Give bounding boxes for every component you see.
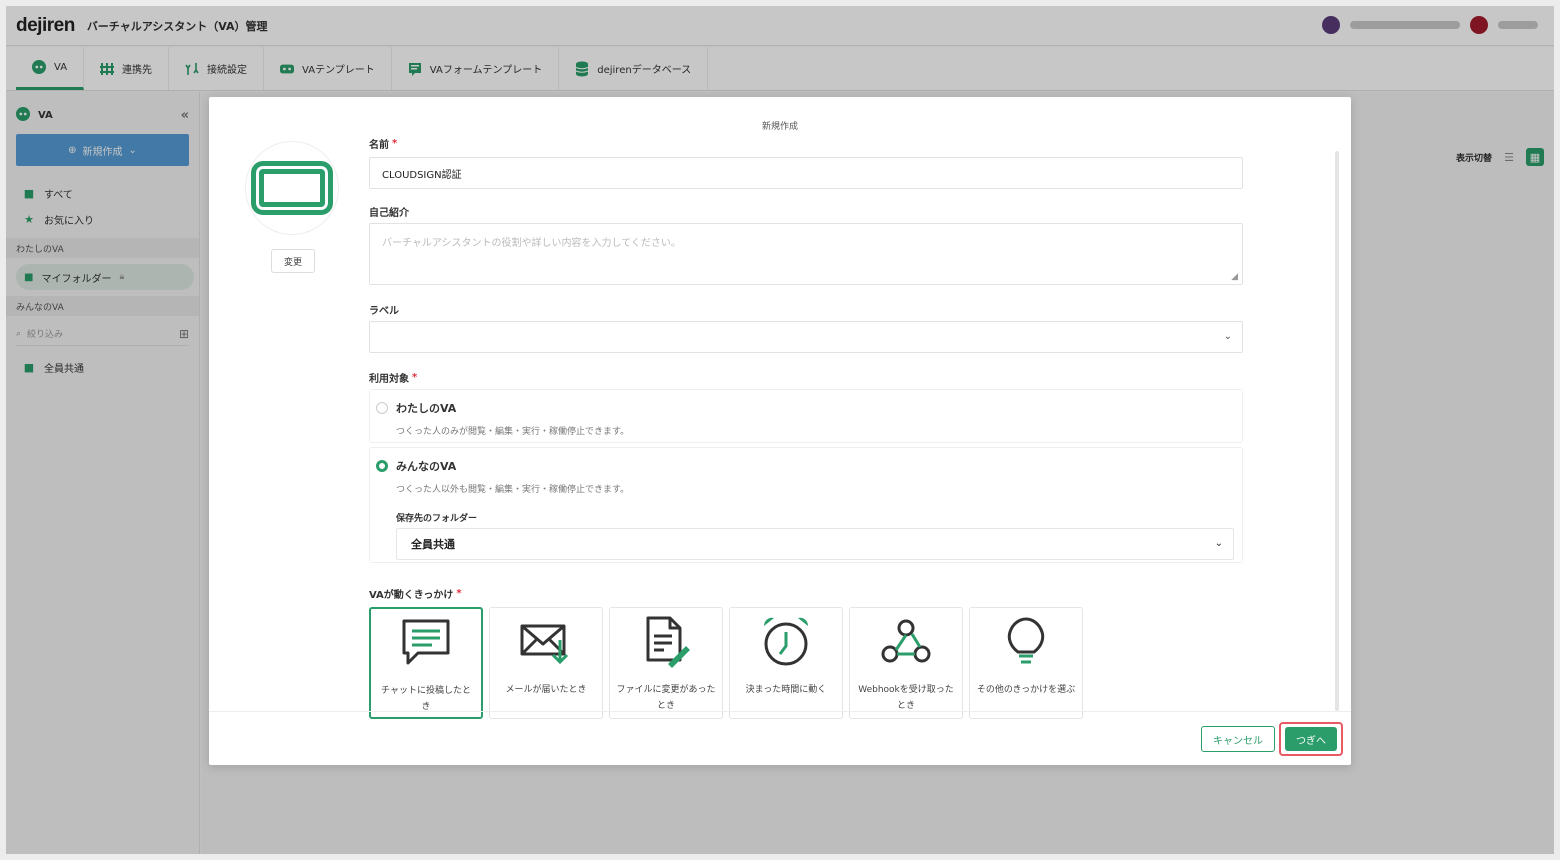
change-avatar-button[interactable]: 変更 — [271, 249, 315, 273]
option-my-va[interactable]: わたしのVA つくった人のみが閲覧・編集・実行・稼働停止できます。 — [369, 389, 1243, 443]
lightbulb-icon — [1007, 617, 1045, 664]
new-va-modal: 新規作成 変更 名前 * CLOUDSIGN認証 自己紹介 バーチャルアシスタント… — [209, 97, 1351, 765]
trigger-label-text: その他のきっかけを選ぶ — [976, 685, 1076, 695]
va-avatar — [245, 141, 339, 235]
name-label: 名前 * — [369, 137, 398, 151]
option-title: わたしのVA — [396, 402, 457, 415]
folder-select[interactable]: 全員共通 ⌄ — [396, 528, 1234, 560]
next-button[interactable]: つぎへ — [1285, 727, 1337, 751]
trigger-schedule[interactable]: 決まった時間に動く — [729, 607, 843, 719]
bot-face-icon — [251, 161, 333, 215]
radio-my-va[interactable] — [376, 402, 388, 414]
chevron-down-icon: ⌄ — [1214, 538, 1223, 549]
option-desc: つくった人以外も閲覧・編集・実行・稼働停止できます。 — [396, 485, 630, 495]
target-label: 利用対象 * — [369, 371, 418, 385]
folder-value: 全員共通 — [411, 538, 455, 551]
cancel-button[interactable]: キャンセル — [1201, 726, 1275, 752]
label-select[interactable]: ⌄ — [369, 321, 1243, 353]
trigger-file[interactable]: ファイルに変更があったとき — [609, 607, 723, 719]
intro-placeholder: バーチャルアシスタントの役割や詳しい内容を入力してください。 — [382, 238, 681, 249]
modal-title: 新規作成 — [761, 122, 798, 132]
chevron-down-icon: ⌄ — [1223, 331, 1232, 342]
trigger-label-text: メールが届いたとき — [505, 685, 587, 695]
va-form: 名前 * CLOUDSIGN認証 自己紹介 バーチャルアシスタントの役割や詳しい内… — [369, 135, 1243, 719]
modal-scrollbar[interactable] — [1335, 151, 1339, 711]
mail-icon — [520, 624, 569, 665]
resize-handle-icon[interactable]: ◢ — [1231, 272, 1238, 282]
alarm-clock-icon — [763, 617, 809, 666]
intro-label: 自己紹介 — [369, 207, 409, 219]
trigger-label-text: 決まった時間に動く — [745, 685, 827, 695]
option-desc: つくった人のみが閲覧・編集・実行・稼働停止できます。 — [396, 427, 630, 437]
trigger-chat[interactable]: チャットに投稿したとき — [369, 607, 483, 719]
option-title: みんなのVA — [396, 460, 457, 473]
label-label: ラベル — [369, 305, 399, 317]
intro-textarea[interactable]: バーチャルアシスタントの役割や詳しい内容を入力してください。 ◢ — [369, 223, 1243, 285]
next-button-highlight: つぎへ — [1279, 722, 1343, 756]
webhook-icon — [881, 619, 931, 663]
radio-everyone-va[interactable] — [376, 460, 388, 472]
modal-footer: キャンセル つぎへ — [209, 711, 1351, 765]
folder-label: 保存先のフォルダー — [396, 514, 478, 524]
trigger-label-text: ファイルに変更があったとき — [616, 685, 716, 711]
trigger-webhook[interactable]: Webhookを受け取ったとき — [849, 607, 963, 719]
option-everyone-va[interactable]: みんなのVA つくった人以外も閲覧・編集・実行・稼働停止できます。 保存先のフォ… — [369, 447, 1243, 563]
trigger-other[interactable]: その他のきっかけを選ぶ — [969, 607, 1083, 719]
name-input[interactable]: CLOUDSIGN認証 — [369, 157, 1243, 189]
trigger-mail[interactable]: メールが届いたとき — [489, 607, 603, 719]
trigger-label: VAが動くきっかけ * — [369, 587, 462, 601]
app-frame: dejiren バーチャルアシスタント（VA）管理 VA 連携先 接続設定 VA… — [6, 6, 1554, 854]
chat-icon — [402, 619, 450, 665]
trigger-options: チャットに投稿したとき メールが届いたとき ファイルに変更があったとき 決まった… — [369, 607, 1243, 719]
trigger-label-text: Webhookを受け取ったとき — [858, 685, 954, 711]
file-edit-icon — [646, 616, 690, 668]
